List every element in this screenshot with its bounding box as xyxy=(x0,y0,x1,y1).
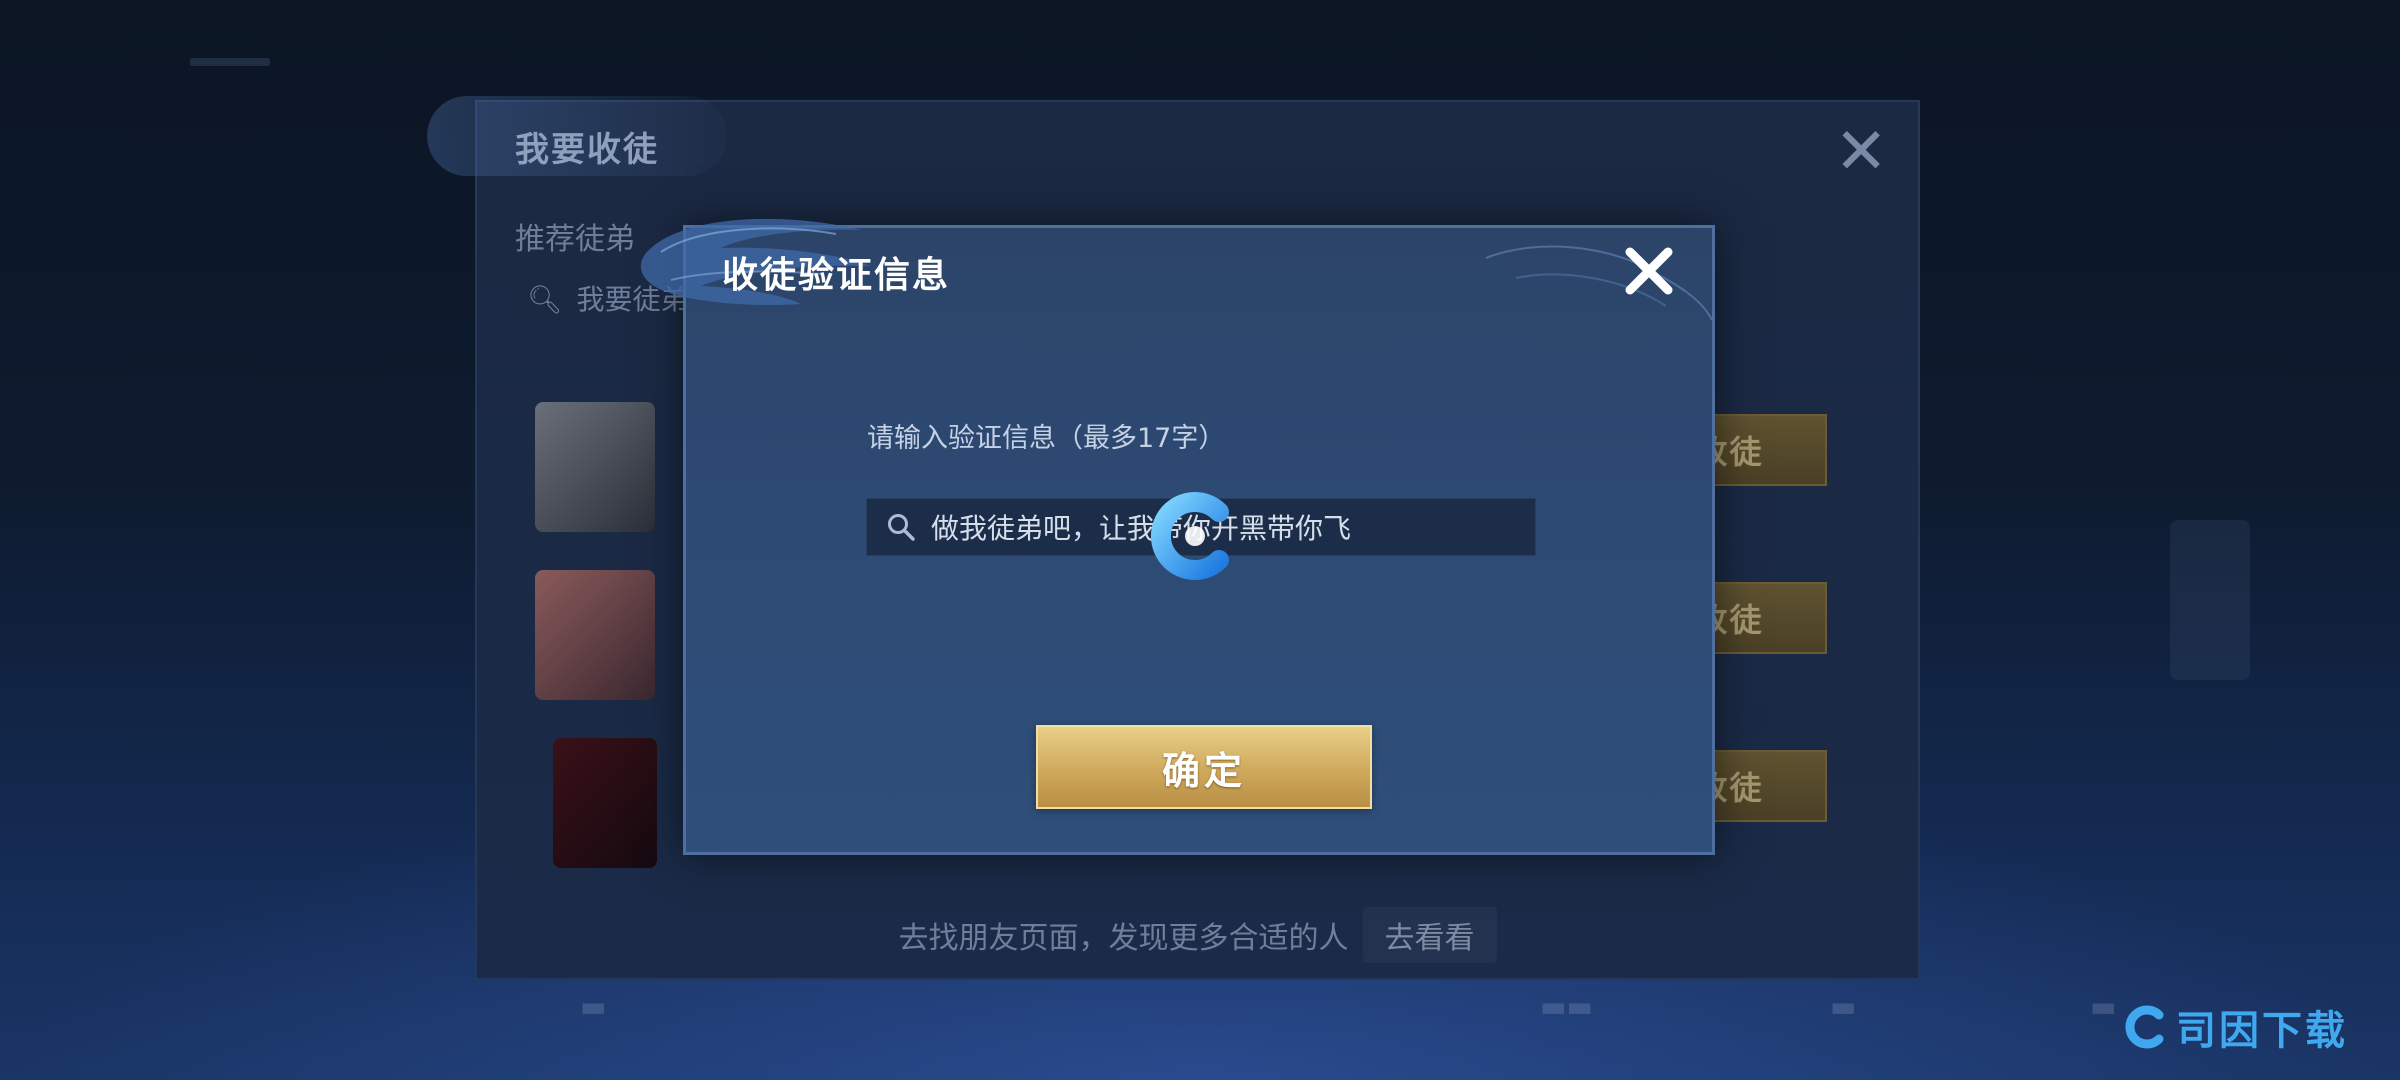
bottom-nav-item[interactable]: ▬ xyxy=(580,990,606,1023)
c-logo-icon xyxy=(2125,1005,2164,1049)
c-logo-icon xyxy=(1151,492,1229,580)
background-figure xyxy=(2170,520,2250,680)
footer-text: 去找朋友页面，发现更多合适的人 xyxy=(898,921,1349,956)
verification-input-value: 做我徒弟吧，让我带你开黑带你飞 xyxy=(931,512,1352,545)
watermark-text: 司因下载 xyxy=(2176,1008,2348,1054)
search-icon: 🔍︎ xyxy=(527,283,563,316)
close-icon[interactable] xyxy=(1618,240,1680,302)
watermark: 司因下载 xyxy=(2122,998,2348,1056)
go-look-button[interactable]: 去看看 xyxy=(1362,907,1497,963)
back-indicator xyxy=(190,58,270,66)
candidate-avatar[interactable] xyxy=(535,402,655,532)
dialog-title: 收徒验证信息 xyxy=(722,255,951,296)
search-icon xyxy=(881,507,921,547)
panel-close-icon[interactable]: ✕ xyxy=(1834,120,1888,184)
candidate-avatar[interactable] xyxy=(535,570,655,700)
verification-prompt: 请输入验证信息（最多17字） xyxy=(867,423,1226,454)
bottom-nav-bar: ▬ ▬▬ ▬ ▬ xyxy=(0,980,2400,1080)
panel-subtitle: 推荐徒弟 xyxy=(515,222,635,257)
dialog-cloud-decoration xyxy=(1485,245,1713,321)
confirm-button[interactable]: 确定 xyxy=(1036,725,1372,809)
bottom-nav-item[interactable]: ▬ xyxy=(2090,990,2116,1023)
bottom-nav-item[interactable]: ▬ xyxy=(1830,990,1856,1023)
panel-title: 我要收徒 xyxy=(515,130,659,170)
panel-footer: 去找朋友页面，发现更多合适的人 去看看 xyxy=(477,907,1918,963)
bottom-nav-item[interactable]: ▬▬ xyxy=(1540,990,1593,1023)
candidate-avatar[interactable] xyxy=(553,738,657,868)
game-screen: 我要收徒 ✕ 推荐徒弟 🔍︎ 我要徒弟 收徒 收徒 收徒 去找朋友页面，发现更多合… xyxy=(0,0,2400,1080)
